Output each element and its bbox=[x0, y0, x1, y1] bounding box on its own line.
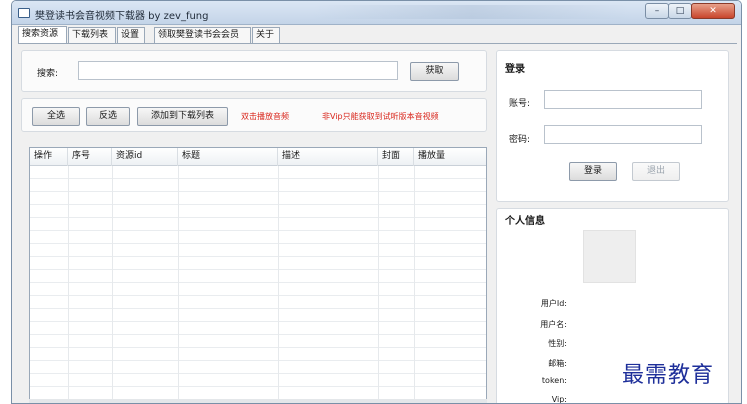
gender-label: 性别: bbox=[548, 339, 567, 348]
column-divider bbox=[178, 166, 179, 403]
tab-claim-membership[interactable]: 领取樊登读书会会员 bbox=[154, 27, 251, 43]
vip-hint: 非Vip只能获取到试听版本音视频 bbox=[322, 112, 439, 121]
username-label: 用户名: bbox=[540, 320, 567, 329]
logout-button[interactable]: 退出 bbox=[632, 162, 680, 181]
actions-group: 全选 反选 添加到下载列表 双击播放音频 非Vip只能获取到试听版本音视频 bbox=[21, 98, 487, 132]
fetch-button[interactable]: 获取 bbox=[410, 62, 459, 81]
horizontal-scrollbar[interactable] bbox=[29, 399, 487, 403]
column-header-cover[interactable]: 封面 bbox=[378, 148, 414, 166]
title-bar[interactable]: 樊登读书会音视频下载器 by zev_fung – □ ✕ bbox=[12, 1, 741, 25]
account-label: 账号: bbox=[509, 99, 531, 109]
password-label: 密码: bbox=[509, 135, 531, 145]
login-section-title: 登录 bbox=[505, 64, 525, 75]
invert-selection-button[interactable]: 反选 bbox=[86, 107, 130, 126]
user-id-label: 用户Id: bbox=[540, 299, 567, 308]
maximize-button[interactable]: □ bbox=[668, 3, 692, 19]
profile-section-title: 个人信息 bbox=[505, 216, 545, 227]
account-input[interactable] bbox=[544, 90, 702, 109]
search-input[interactable] bbox=[78, 61, 398, 80]
title-bar-blur bbox=[312, 5, 632, 19]
column-header-index[interactable]: 序号 bbox=[68, 148, 112, 166]
search-label: 搜索: bbox=[37, 69, 59, 79]
tab-settings[interactable]: 设置 bbox=[117, 27, 145, 43]
search-group: 搜索: 获取 bbox=[21, 50, 487, 92]
select-all-button[interactable]: 全选 bbox=[32, 107, 80, 126]
add-to-download-list-button[interactable]: 添加到下载列表 bbox=[137, 107, 228, 126]
password-input[interactable] bbox=[544, 125, 702, 144]
column-divider bbox=[68, 166, 69, 403]
column-divider bbox=[414, 166, 415, 403]
tab-divider bbox=[18, 43, 737, 44]
app-window: 樊登读书会音视频下载器 by zev_fung – □ ✕ 搜索资源 下载列表 … bbox=[11, 0, 742, 404]
login-button[interactable]: 登录 bbox=[569, 162, 617, 181]
results-table[interactable]: 操作 序号 资源id 标题 描述 封面 播放量 bbox=[29, 147, 487, 403]
tab-search-resources[interactable]: 搜索资源 bbox=[18, 26, 67, 44]
play-audio-hint: 双击播放音频 bbox=[241, 112, 289, 121]
column-divider bbox=[278, 166, 279, 403]
window-title: 樊登读书会音视频下载器 by zev_fung bbox=[35, 11, 209, 22]
table-header: 操作 序号 资源id 标题 描述 封面 播放量 bbox=[30, 148, 486, 166]
column-header-description[interactable]: 描述 bbox=[278, 148, 378, 166]
token-label: token: bbox=[541, 376, 567, 385]
minimize-button[interactable]: – bbox=[645, 3, 669, 19]
column-header-title[interactable]: 标题 bbox=[178, 148, 278, 166]
tab-about[interactable]: 关于 bbox=[252, 27, 280, 43]
column-divider bbox=[112, 166, 113, 403]
watermark-text: 最需教育 bbox=[622, 363, 715, 388]
tab-download-list[interactable]: 下载列表 bbox=[68, 27, 116, 43]
table-rows-area bbox=[30, 166, 486, 403]
column-header-action[interactable]: 操作 bbox=[30, 148, 68, 166]
column-divider bbox=[378, 166, 379, 403]
app-window-icon bbox=[18, 8, 30, 18]
avatar bbox=[583, 230, 636, 283]
vip-label: Vip: bbox=[551, 395, 567, 404]
email-label: 邮箱: bbox=[548, 359, 567, 368]
login-group: 登录 账号: 密码: 登录 退出 bbox=[496, 50, 729, 202]
close-button[interactable]: ✕ bbox=[691, 3, 735, 19]
column-header-play-count[interactable]: 播放量 bbox=[414, 148, 486, 166]
column-header-resource-id[interactable]: 资源id bbox=[112, 148, 178, 166]
